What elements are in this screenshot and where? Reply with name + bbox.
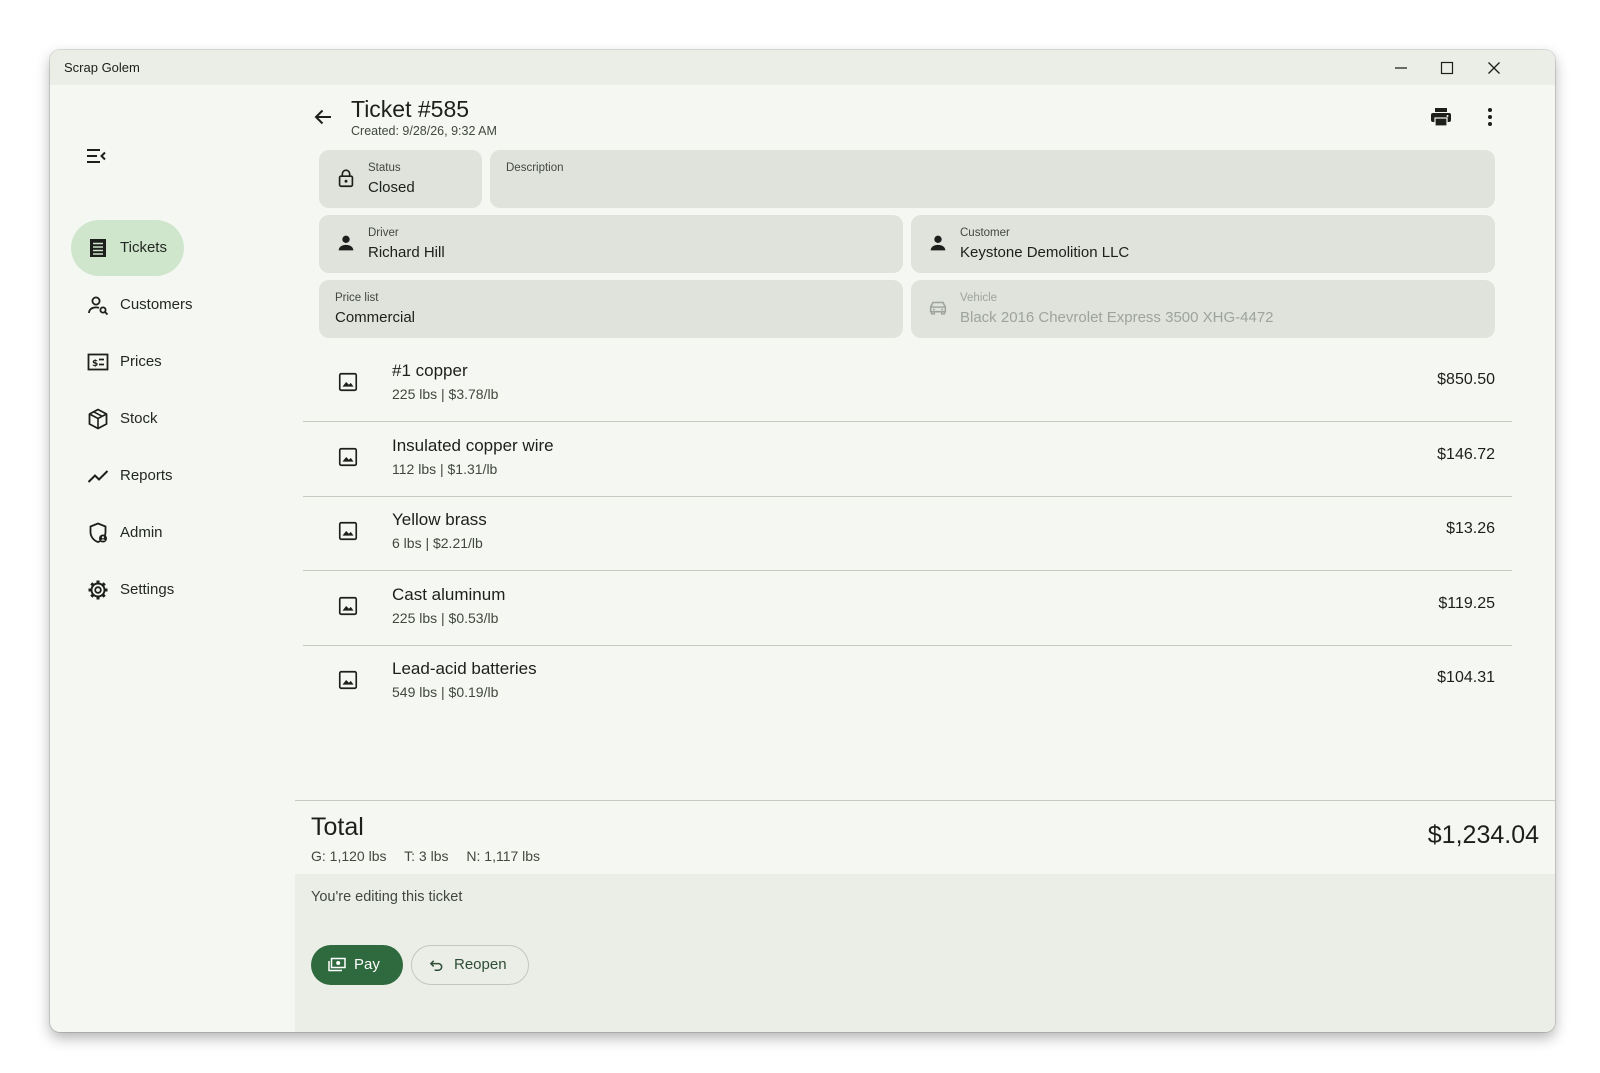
item-price: $13.26 [1446,520,1495,537]
vehicle-value: Black 2016 Chevrolet Express 3500 XHG-44… [960,309,1274,326]
sidebar-item-label: Admin [120,524,163,541]
payments-icon [328,957,346,972]
image-placeholder-icon [338,521,358,541]
item-price: $146.72 [1437,446,1495,463]
window-title: Scrap Golem [64,60,140,75]
sidebar-item-settings[interactable]: Settings [71,562,184,618]
lock-icon [338,169,354,188]
description-label: Description [506,162,564,174]
total-label: Total [311,813,364,841]
sidebar-item-stock[interactable]: Stock [71,391,184,447]
item-detail: 225 lbs | $3.78/lb [392,386,499,402]
image-placeholder-icon [338,670,358,690]
sidebar-item-label: Reports [120,467,173,484]
total-summary: Total G: 1,120 lbs T: 3 lbs N: 1,117 lbs… [295,800,1555,875]
minimize-button[interactable] [1378,52,1424,83]
pay-label: Pay [354,956,380,973]
status-label: Status [368,162,401,174]
driver-field[interactable]: Driver Richard Hill [319,215,903,273]
weight-stats: G: 1,120 lbs T: 3 lbs N: 1,117 lbs [311,848,554,864]
gear-icon [88,580,108,600]
price-card-icon: $ [87,353,109,371]
person-search-icon [88,296,109,316]
gross-weight: G: 1,120 lbs [311,848,387,864]
sidebar-item-label: Customers [120,296,193,313]
vehicle-field: Vehicle Black 2016 Chevrolet Express 350… [911,280,1495,338]
list-item[interactable]: Cast aluminum 225 lbs | $0.53/lb $119.25 [303,570,1512,646]
price-list-field[interactable]: Price list Commercial [319,280,903,338]
item-name: Lead-acid batteries [392,659,537,678]
close-button[interactable] [1471,52,1517,83]
close-icon [1488,61,1500,74]
maximize-button[interactable] [1424,52,1470,83]
item-detail: 225 lbs | $0.53/lb [392,610,499,626]
editing-note: You're editing this ticket [311,889,463,905]
ticket-footer: Total G: 1,120 lbs T: 3 lbs N: 1,117 lbs… [295,800,1555,1032]
page-title: Ticket #585 [351,96,470,122]
receipt-icon [90,239,106,257]
item-price: $104.31 [1437,669,1495,686]
undo-icon [429,960,443,971]
pay-button[interactable]: Pay [311,945,403,985]
image-placeholder-icon [338,372,358,392]
sidebar-item-prices[interactable]: $ Prices [71,334,184,390]
list-item[interactable]: Lead-acid batteries 549 lbs | $0.19/lb $… [303,644,1512,719]
sidebar-item-admin[interactable]: Admin [71,505,184,561]
sidebar-item-label: Settings [120,581,175,598]
sidebar-item-label: Tickets [120,239,167,256]
item-name: Insulated copper wire [392,436,554,455]
sidebar-item-tickets[interactable]: Tickets [71,220,184,276]
driver-value: Richard Hill [368,244,445,261]
item-detail: 6 lbs | $2.21/lb [392,535,483,551]
list-item[interactable]: Insulated copper wire 112 lbs | $1.31/lb… [303,421,1512,497]
status-field[interactable]: Status Closed [319,150,482,208]
created-timestamp: Created: 9/28/26, 9:32 AM [351,124,497,138]
sidebar-item-customers[interactable]: Customers [71,277,193,333]
reopen-button[interactable]: Reopen [411,945,529,985]
admin-shield-icon [89,522,107,543]
trending-line-icon [87,470,109,483]
price-list-label: Price list [335,292,379,304]
description-field[interactable]: Description [490,150,1495,208]
svg-text:$: $ [92,359,98,369]
item-name: #1 copper [392,361,468,380]
customer-field[interactable]: Customer Keystone Demolition LLC [911,215,1495,273]
item-detail: 549 lbs | $0.19/lb [392,684,499,700]
maximize-icon [1440,61,1454,74]
person-icon [930,235,946,251]
sidebar-item-reports[interactable]: Reports [71,448,184,504]
print-icon[interactable] [1429,105,1453,129]
image-placeholder-icon [338,596,358,616]
driver-label: Driver [368,227,399,239]
item-name: Cast aluminum [392,585,506,604]
vehicle-label: Vehicle [960,292,998,304]
item-price: $119.25 [1438,595,1495,612]
net-weight: N: 1,117 lbs [466,848,541,864]
sidebar-item-label: Stock [120,410,158,427]
total-amount: $1,234.04 [1427,821,1539,849]
list-item[interactable]: Yellow brass 6 lbs | $2.21/lb $13.26 [303,495,1512,571]
menu-open-icon[interactable] [84,144,108,168]
price-list-value: Commercial [335,309,416,326]
sidebar-item-label: Prices [120,353,162,370]
customer-label: Customer [960,227,1010,239]
status-value: Closed [368,179,415,196]
reopen-label: Reopen [454,956,507,973]
list-item[interactable]: #1 copper 225 lbs | $3.78/lb $850.50 [303,346,1512,422]
minimize-icon [1395,66,1407,69]
app-window: Scrap Golem Tickets Customers $ Prices S… [50,50,1555,1032]
item-price: $850.50 [1437,371,1495,388]
action-bar: You're editing this ticket Pay Reopen [295,874,1555,1032]
item-name: Yellow brass [392,510,487,529]
title-bar: Scrap Golem [50,50,1555,85]
item-detail: 112 lbs | $1.31/lb [392,461,498,477]
tare-weight: T: 3 lbs [404,848,449,864]
customer-value: Keystone Demolition LLC [960,244,1130,261]
car-icon [929,301,947,315]
more-vert-icon[interactable] [1478,105,1502,129]
back-arrow-icon[interactable] [311,105,335,129]
person-icon [338,235,354,251]
image-placeholder-icon [338,447,358,467]
package-icon [88,408,108,430]
